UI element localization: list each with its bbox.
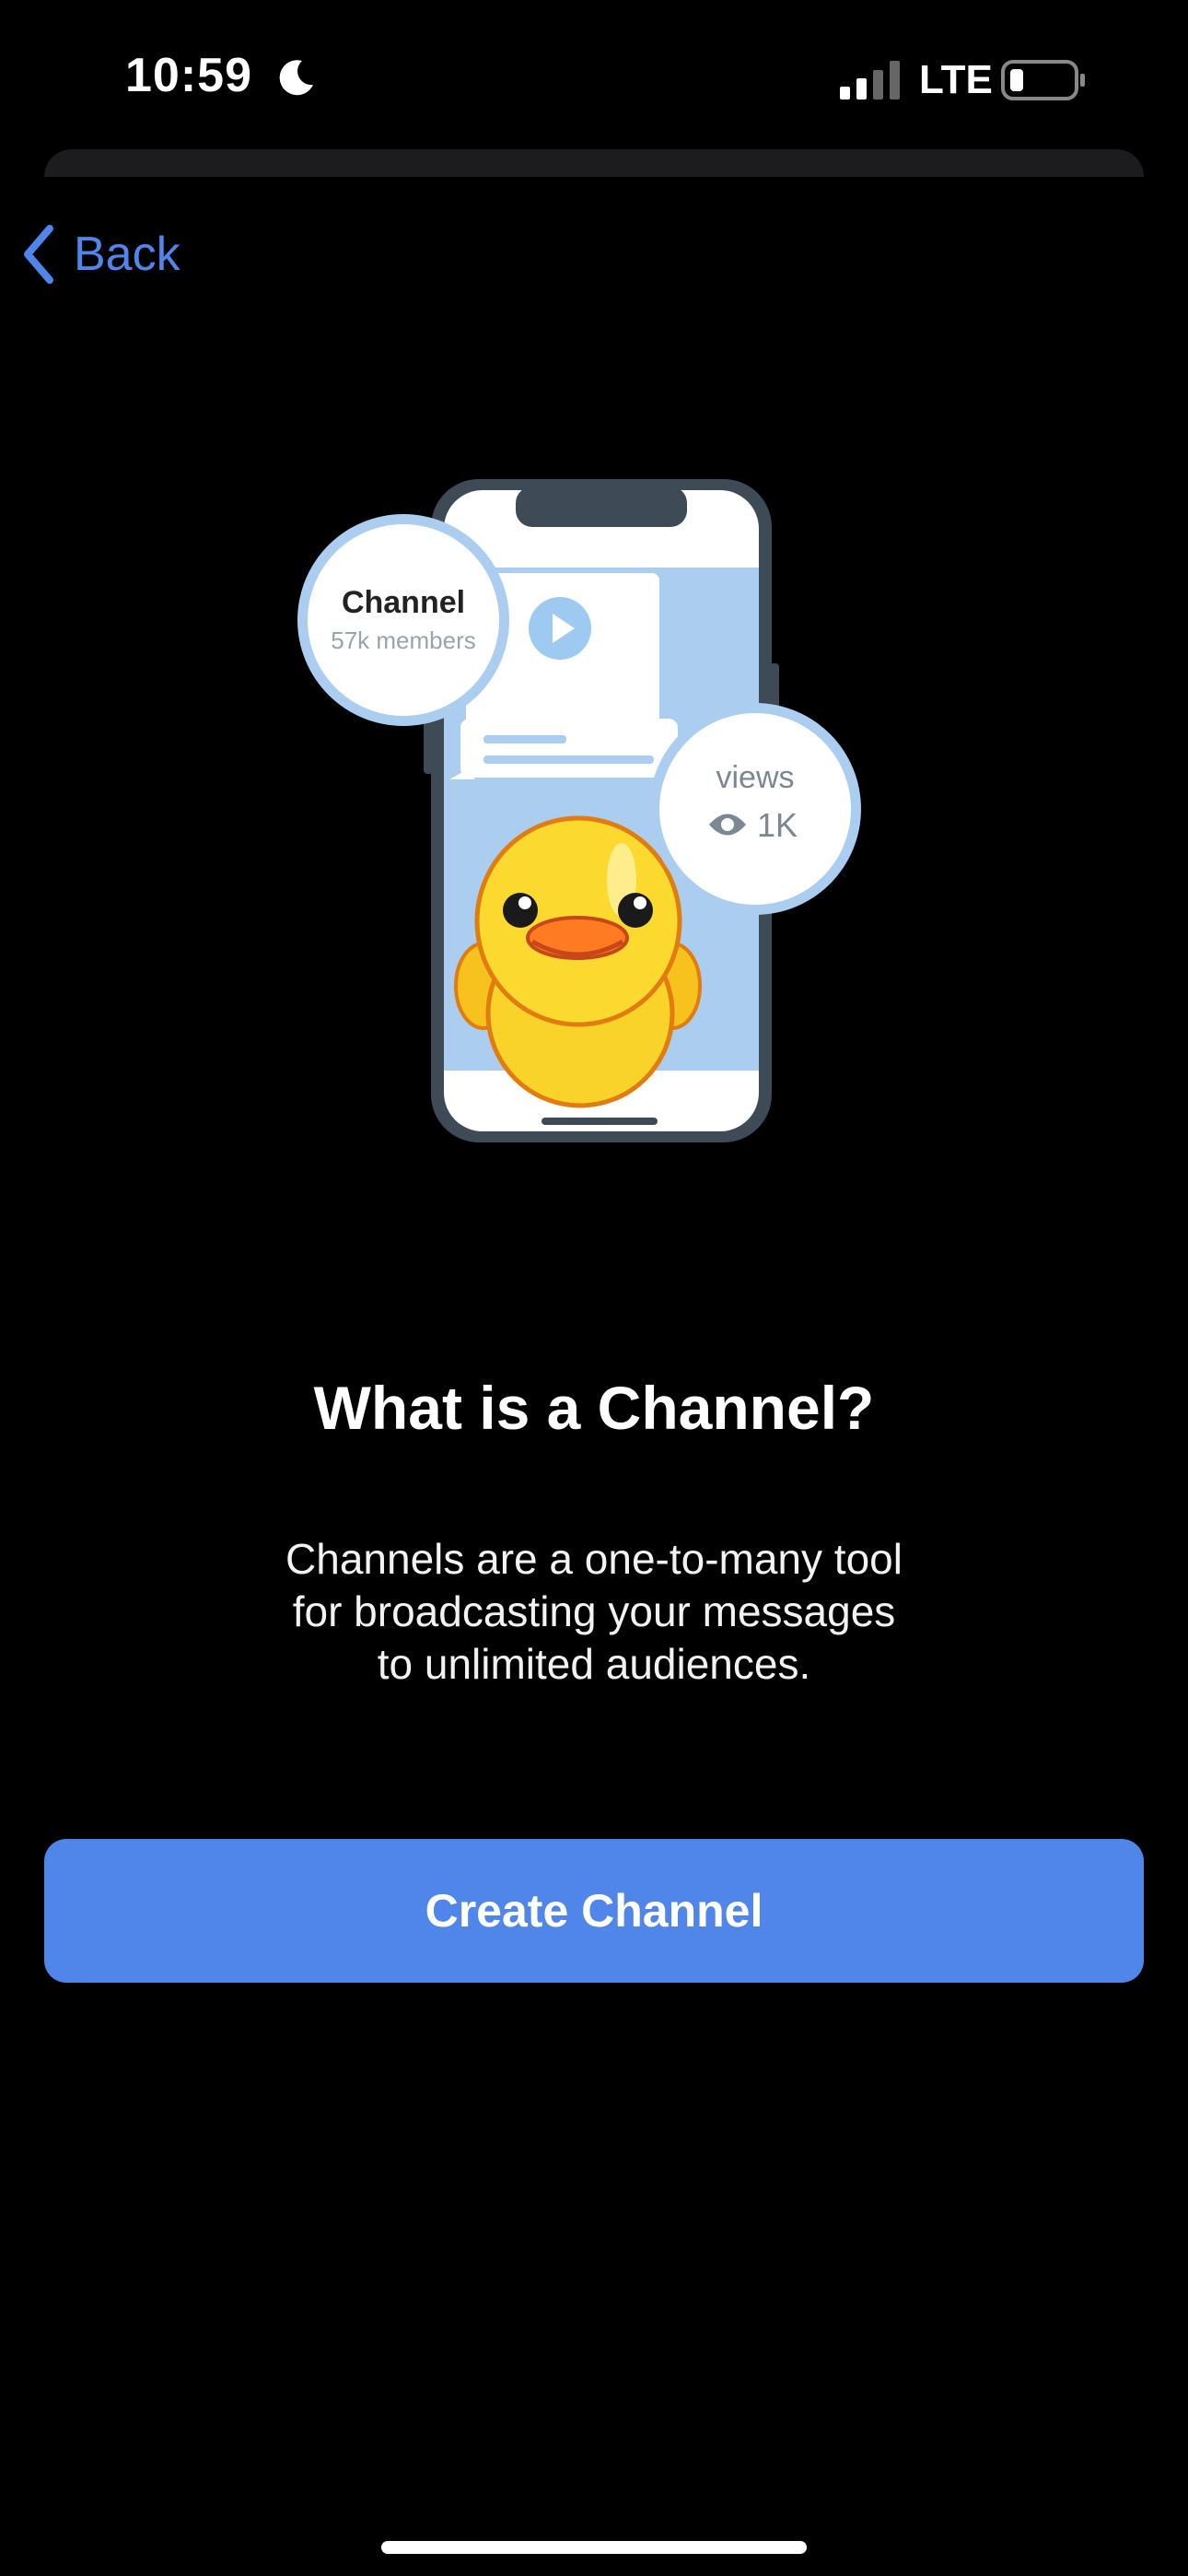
description: Channels are a one-to-many tool for broa… [226, 1533, 962, 1691]
network-type: LTE [919, 57, 993, 102]
back-label: Back [74, 228, 181, 281]
card-subtitle: 57k members [331, 626, 476, 654]
page-title: What is a Channel? [313, 1374, 875, 1442]
channel-illustration: Channel 57k members views 1K [297, 479, 861, 1142]
chevron-left-icon [24, 225, 53, 284]
description-line: to unlimited audiences. [377, 1640, 811, 1688]
description-line: for broadcasting your messages [292, 1587, 896, 1635]
status-bar: 10:59 LTE [0, 0, 1188, 157]
views-label: views [716, 760, 794, 795]
signal-icon [840, 61, 900, 100]
create-channel-button[interactable]: Create Channel [44, 1839, 1144, 1983]
card-title: Channel [342, 585, 465, 620]
home-indicator [381, 2541, 807, 2554]
description-line: Channels are a one-to-many tool [285, 1535, 903, 1583]
status-time: 10:59 [125, 49, 252, 102]
moon-icon [279, 60, 313, 96]
battery-icon [1001, 60, 1085, 100]
back-button[interactable]: Back [20, 221, 181, 287]
views-count: 1K [757, 806, 798, 844]
